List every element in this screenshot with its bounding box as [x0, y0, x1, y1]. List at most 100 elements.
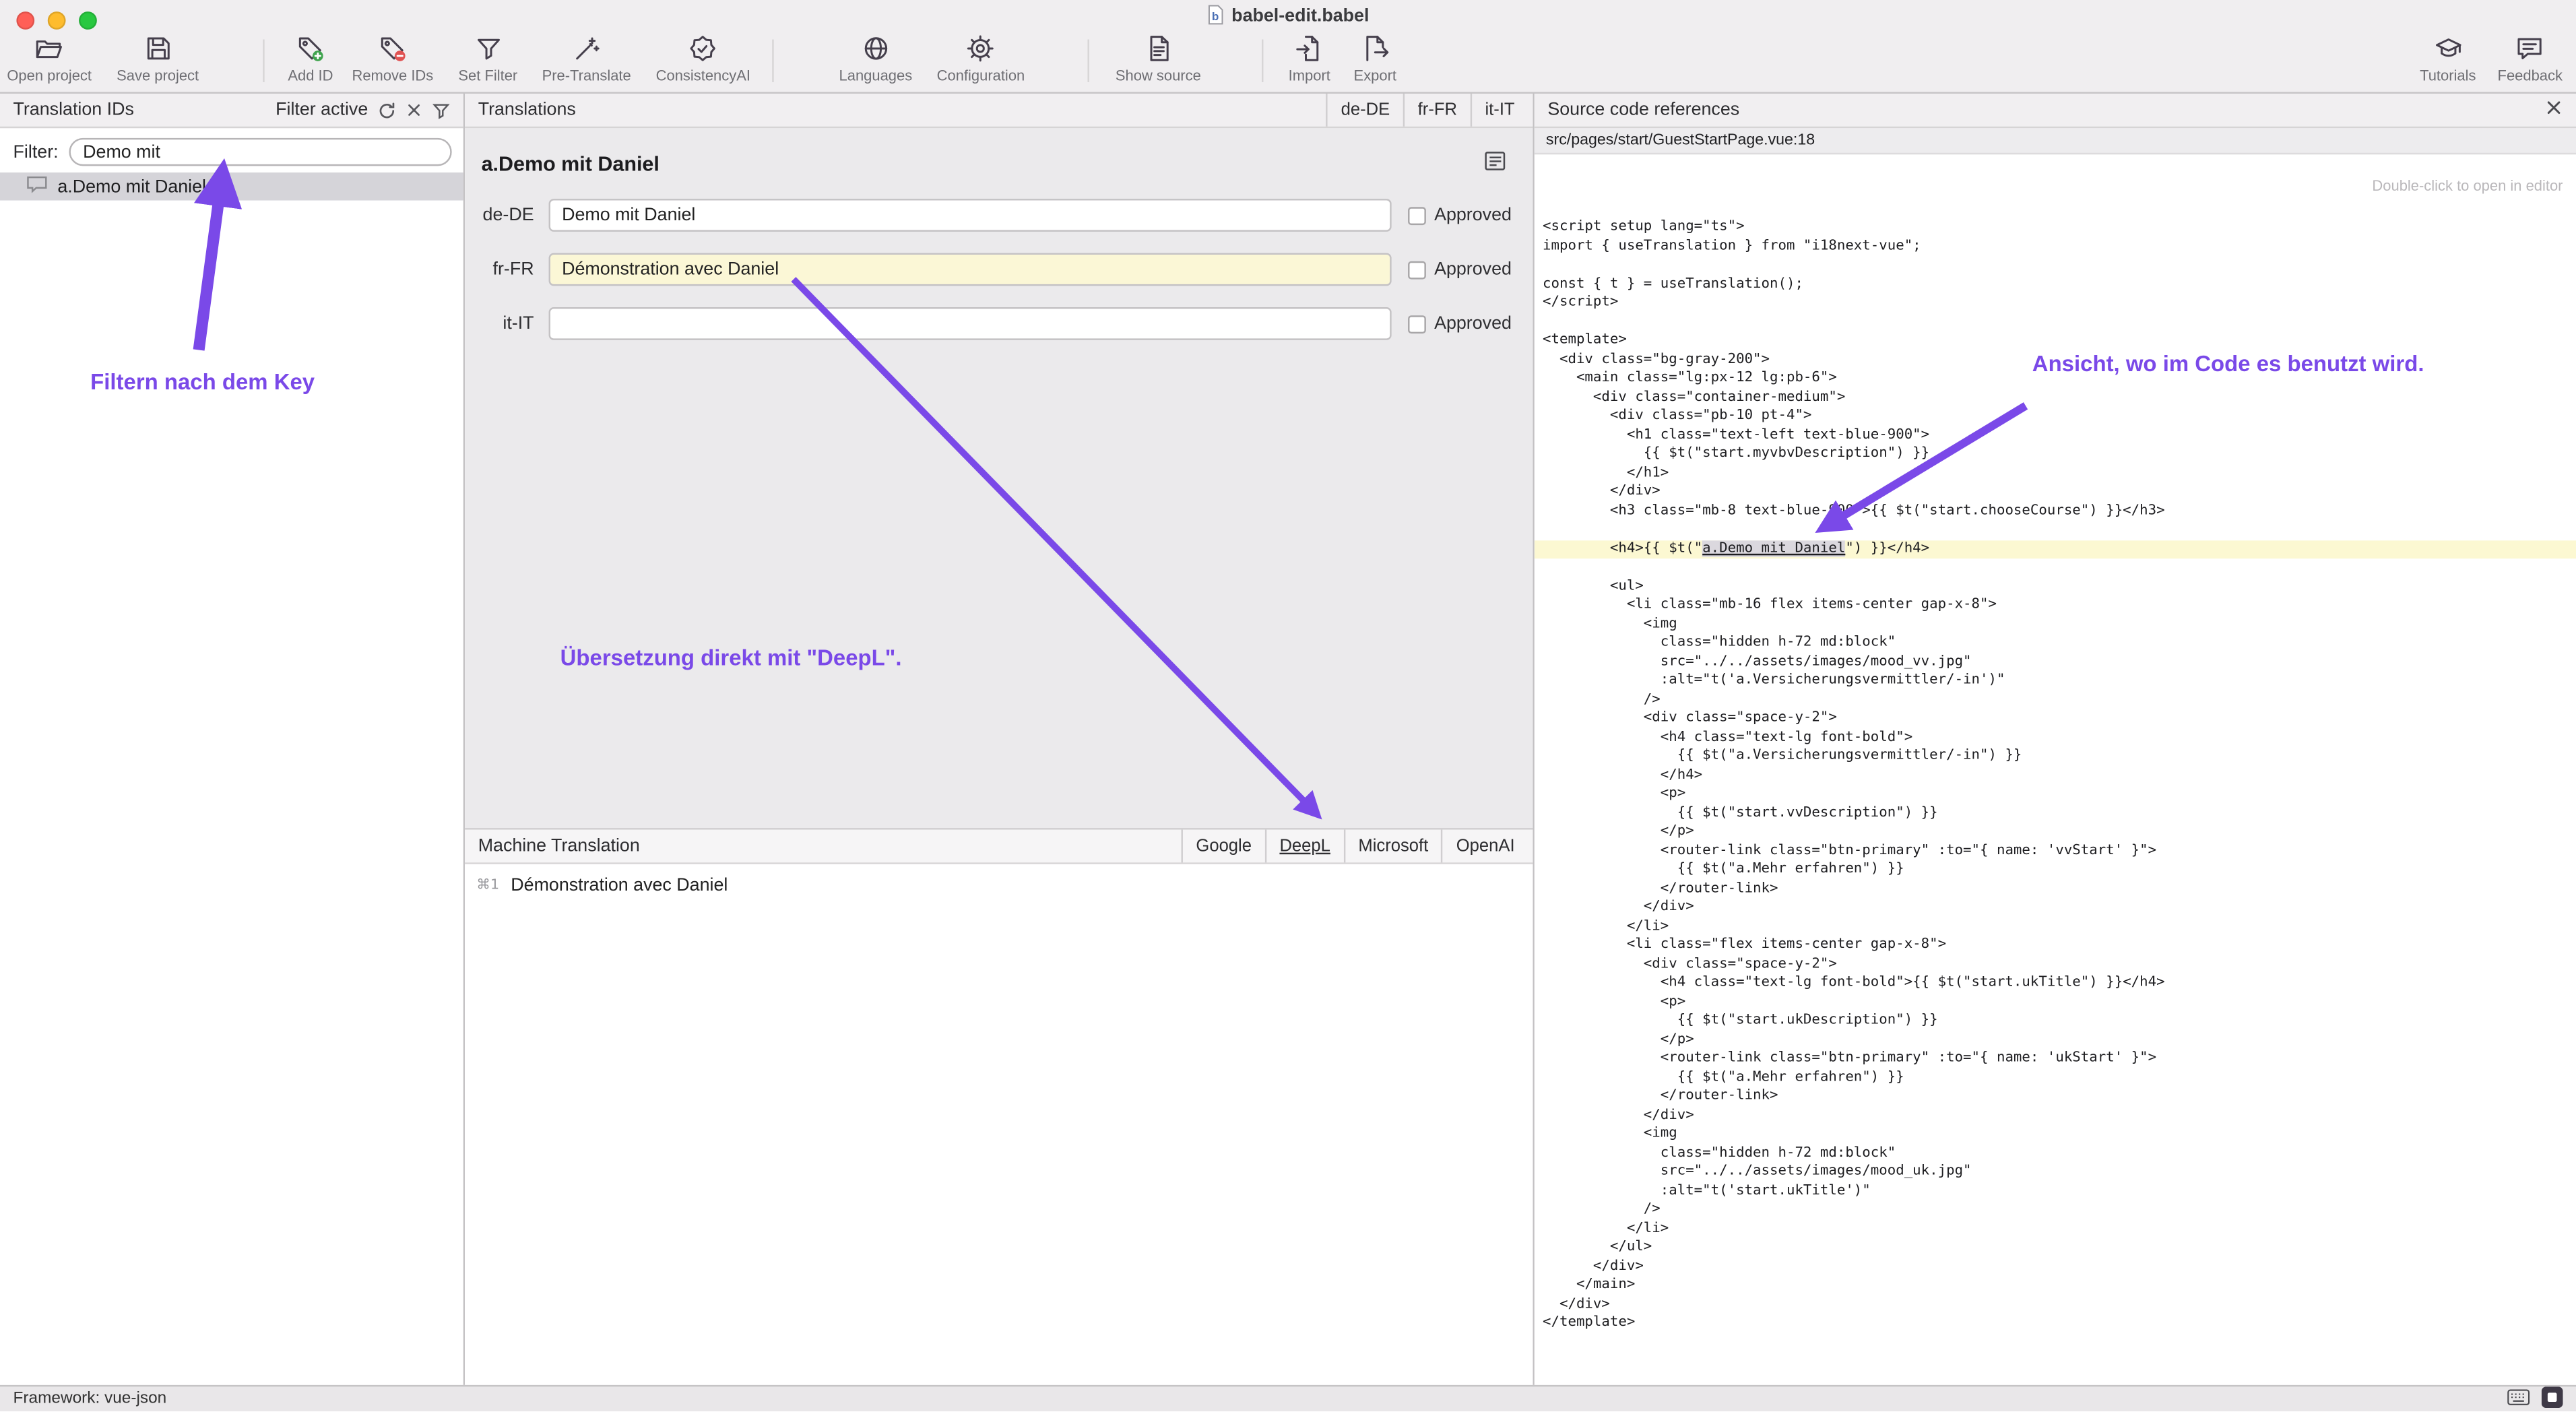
mt-tab-microsoft[interactable]: Microsoft [1343, 830, 1441, 863]
refresh-filter-icon[interactable] [378, 101, 396, 119]
main-area: Translation IDs Filter active Filter: a.… [0, 94, 2576, 1385]
code-line: <div class="space-y-2"> [1535, 710, 2576, 729]
language-tab-de-DE[interactable]: de-DE [1326, 94, 1403, 127]
console-icon[interactable] [2542, 1386, 2563, 1412]
toolbar-button-export[interactable]: Export [1354, 34, 1396, 84]
approved-label: Approved [1434, 205, 1512, 225]
code-line: import { useTranslation } from "i18next-… [1535, 237, 2576, 256]
toolbar-button-label: Import [1289, 67, 1330, 84]
code-line: <h4>{{ $t("a.Demo mit Daniel") }}</h4> [1535, 540, 2576, 558]
code-line: <li class="mb-16 flex items-center gap-x… [1535, 596, 2576, 615]
export-icon [1354, 34, 1396, 64]
panel-title: Machine Translation [478, 836, 640, 856]
translation-rows: de-DEApprovedfr-FRApprovedit-ITApproved [465, 199, 1533, 340]
toolbar-button-label: Export [1354, 67, 1396, 84]
translation-input-fr-FR[interactable] [549, 253, 1392, 286]
filter-row: Filter: [0, 128, 463, 172]
translation-id-label: a.Demo mit Daniel [57, 176, 206, 196]
mt-tab-deepl[interactable]: DeepL [1264, 830, 1343, 863]
code-line: </div> [1535, 483, 2576, 502]
mt-tab-google[interactable]: Google [1181, 830, 1264, 863]
approved-checkbox-it-IT[interactable] [1408, 315, 1426, 333]
toolbar-button-show-source[interactable]: Show source [1116, 34, 1201, 84]
approved-checkbox-de-DE[interactable] [1408, 206, 1426, 224]
translation-input-de-DE[interactable] [549, 199, 1392, 232]
language-label: fr-FR [482, 259, 534, 279]
code-line: <h4 class="text-lg font-bold"> [1535, 729, 2576, 748]
translation-input-it-IT[interactable] [549, 307, 1392, 340]
toolbar-button-pre-translate[interactable]: Pre-Translate [542, 34, 631, 84]
annotation-deepl-text: Übersetzung direkt mit "DeepL". [560, 645, 902, 670]
folder-open-icon [7, 34, 92, 64]
tag-plus-icon [288, 34, 333, 64]
translation-row-fr-FR: fr-FRApproved [482, 253, 1516, 286]
toolbar-button-configuration[interactable]: Configuration [937, 34, 1025, 84]
mt-tab-openai[interactable]: OpenAI [1442, 830, 1528, 863]
approved-checkbox-fr-FR[interactable] [1408, 261, 1426, 279]
code-line: <script setup lang="ts"> [1535, 218, 2576, 237]
toolbar-button-save-project[interactable]: Save project [117, 34, 199, 84]
translations-area: a.Demo mit Daniel de-DE Approved fr-FRAppr… [465, 128, 1533, 829]
code-line: <h3 class="mb-8 text-blue-900">{{ $t("st… [1535, 502, 2576, 521]
toolbar-button-import[interactable]: Import [1289, 34, 1330, 84]
code-line: class="hidden h-72 md:block" [1535, 634, 2576, 653]
code-line: {{ $t("start.myvbvDescription") }} [1535, 445, 2576, 464]
entry-title: a.Demo mit Daniel [482, 152, 659, 175]
code-line: <div class="container-medium"> [1535, 389, 2576, 408]
source-reference-item[interactable]: src/pages/start/GuestStartPage.vue:18 [1535, 128, 2576, 154]
code-line: <img [1535, 1126, 2576, 1145]
translation-row-de-DE: de-DE Approved [482, 199, 1516, 232]
mt-tabs: GoogleDeepLMicrosoftOpenAI [1181, 830, 1528, 863]
toolbar-button-open-project[interactable]: Open project [7, 34, 92, 84]
comment-icon[interactable] [1483, 150, 1506, 177]
filter-input[interactable] [68, 138, 451, 166]
code-line: <p> [1535, 993, 2576, 1012]
code-line [1535, 313, 2576, 332]
code-line: src="../../assets/images/mood_uk.jpg" [1535, 1163, 2576, 1182]
toolbar-button-label: Languages [839, 67, 913, 84]
code-line [1535, 521, 2576, 540]
code-line: </script> [1535, 294, 2576, 313]
machine-translation-body: ⌘1 Démonstration avec Daniel [465, 864, 1533, 1385]
code-line: {{ $t("start.ukDescription") }} [1535, 1012, 2576, 1031]
toolbar-button-label: Feedback [2498, 67, 2563, 84]
source-references-panel: Source code references src/pages/start/G… [1535, 94, 2576, 1385]
translation-id-item[interactable]: a.Demo mit Daniel [0, 172, 463, 200]
toolbar-button-remove-ids[interactable]: Remove IDs [352, 34, 433, 84]
code-line: {{ $t("a.Mehr erfahren") }} [1535, 1068, 2576, 1087]
toolbar-button-label: Pre-Translate [542, 67, 631, 84]
code-line: </p> [1535, 1031, 2576, 1050]
language-tab-it-IT[interactable]: it-IT [1471, 94, 1528, 127]
close-panel-icon[interactable] [2545, 98, 2563, 121]
wand-icon [542, 34, 631, 64]
language-tabs: de-DEfr-FRit-IT [1326, 94, 1528, 127]
toolbar-button-add-id[interactable]: Add ID [288, 34, 333, 84]
grad-cap-icon [2420, 34, 2476, 64]
code-line: {{ $t("a.Versicherungsvermittler/-in") }… [1535, 748, 2576, 767]
toolbar-button-languages[interactable]: Languages [839, 34, 913, 84]
toolbar-button-feedback[interactable]: Feedback [2498, 34, 2563, 84]
window-chrome: b babel-edit.babel Open projectSave proj… [0, 0, 2576, 94]
filter-icon[interactable] [432, 101, 450, 119]
code-line: {{ $t("a.Mehr erfahren") }} [1535, 861, 2576, 880]
keyboard-icon[interactable] [2507, 1388, 2530, 1411]
code-line: </p> [1535, 823, 2576, 842]
code-line: {{ $t("start.vvDescription") }} [1535, 804, 2576, 823]
clear-filter-icon[interactable] [406, 102, 422, 118]
mt-result-text: Démonstration avec Daniel [511, 876, 728, 895]
import-icon [1289, 34, 1330, 64]
code-line: </router-link> [1535, 880, 2576, 899]
code-line: <router-link class="btn-primary" :to="{ … [1535, 842, 2576, 861]
toolbar-button-consistency-ai[interactable]: ConsistencyAI [656, 34, 750, 84]
toolbar-button-tutorials[interactable]: Tutorials [2420, 34, 2476, 84]
toolbar-button-set-filter[interactable]: Set Filter [458, 34, 517, 84]
language-label: de-DE [482, 205, 534, 225]
language-tab-fr-FR[interactable]: fr-FR [1403, 94, 1471, 127]
mt-result-row[interactable]: ⌘1 Démonstration avec Daniel [465, 864, 1533, 895]
code-line: <template> [1535, 332, 2576, 351]
code-line: </main> [1535, 1277, 2576, 1295]
toolbar-separator [1262, 40, 1263, 82]
toolbar-button-label: Add ID [288, 67, 333, 84]
code-line: :alt="t('start.ukTitle')" [1535, 1182, 2576, 1201]
framework-label: Framework: vue-json [13, 1390, 167, 1408]
